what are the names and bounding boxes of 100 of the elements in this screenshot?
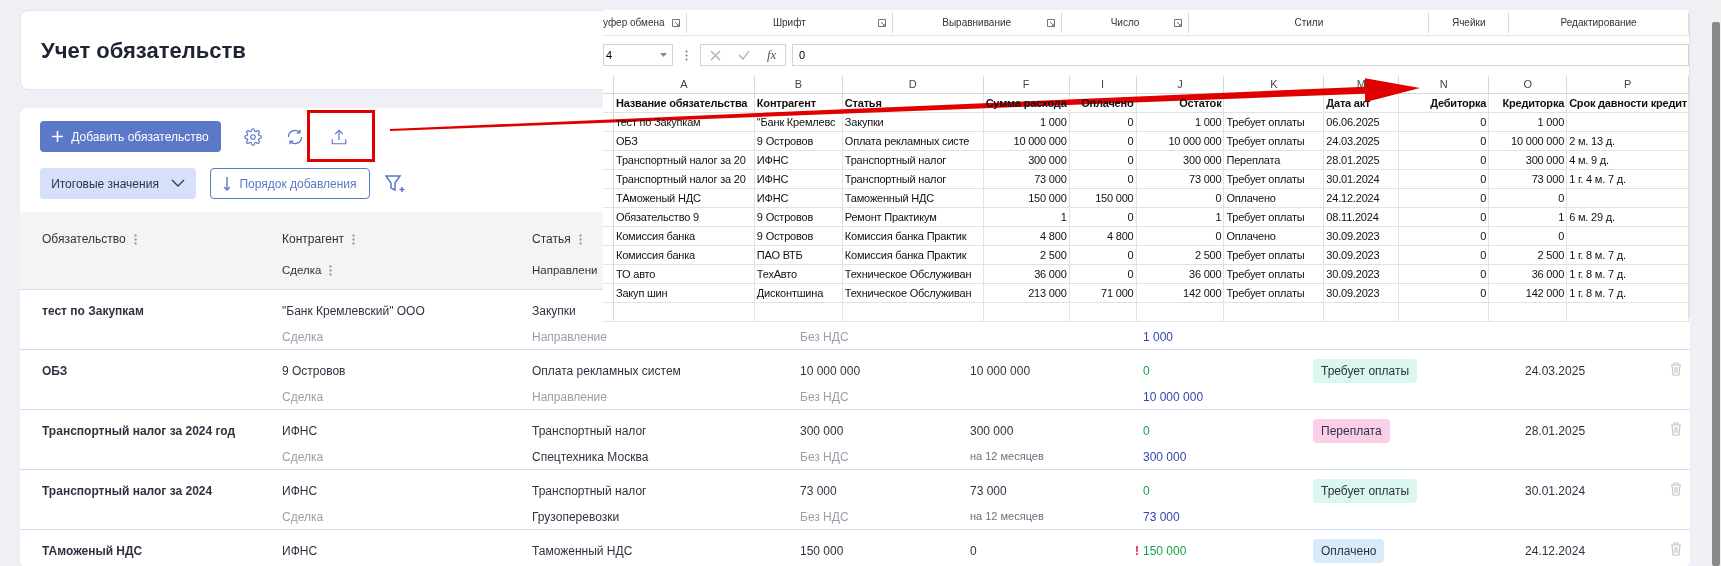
sheet-header-cell-text: Срок давности кредит: [1569, 95, 1687, 111]
upload-icon[interactable]: [330, 127, 348, 146]
column-header[interactable]: Контрагент: [282, 230, 345, 248]
column-header[interactable]: Направлени: [532, 262, 598, 280]
sheet-cell-text: Транспортный налог за 20: [616, 152, 746, 168]
amount-text: 0: [970, 543, 977, 558]
sheet-cell-text: ТехАвто: [756, 266, 797, 282]
date-text: 24.12.2024: [1525, 543, 1586, 558]
sheet-cell-text: 1 000: [1194, 114, 1222, 130]
formula-field[interactable]: 0: [792, 44, 1689, 66]
amount-text: 150 000: [800, 543, 844, 558]
sheet-cell-text: 142 000: [1183, 285, 1222, 301]
date-text: 30.01.2024: [1525, 483, 1586, 498]
sheet-cell-text: 0: [1127, 133, 1134, 149]
column-letter: K: [1270, 77, 1278, 93]
sheet-cell-text: Комиссия банка: [616, 228, 695, 244]
delete-icon[interactable]: [1670, 422, 1682, 436]
sheet-cell-text: 36 000: [1034, 266, 1067, 282]
dialog-launcher-icon[interactable]: [1174, 18, 1183, 27]
sheet-cell-text: 1: [1558, 209, 1565, 225]
cancel-icon[interactable]: [709, 49, 721, 61]
column-letter: I: [1101, 77, 1105, 93]
plus-icon: [52, 131, 64, 142]
alert-mark: !: [1135, 543, 1140, 558]
column-menu-icon[interactable]: [329, 265, 333, 277]
sheet-cell-text: 300 000: [1183, 152, 1222, 168]
balance-amount: 73 000: [1143, 509, 1180, 524]
add-button[interactable]: Добавить обязательство: [40, 121, 221, 152]
sheet-cell-text: 2 500: [1040, 247, 1067, 263]
sheet-cell-text: 213 000: [1028, 285, 1067, 301]
column-letter: A: [680, 77, 688, 93]
obligation-name: тест по Закупкам: [42, 303, 144, 318]
counterparty-text: ИФНС: [282, 483, 318, 498]
sheet-cell-text: 73 000: [1034, 171, 1067, 187]
sheet-cell-text: ИФНС: [756, 152, 789, 168]
filter-add-icon[interactable]: [385, 174, 407, 193]
dialog-launcher-icon[interactable]: [877, 18, 886, 27]
scrollbar[interactable]: [1711, 0, 1721, 566]
article-text: Закупки: [532, 303, 576, 318]
sheet-cell-text: 08.11.2024: [1326, 209, 1379, 225]
sheet-cell-text: Техническое Обслуживан: [844, 285, 972, 301]
ribbon-group-label: Редактирование: [1560, 16, 1637, 30]
function-button[interactable]: fx: [767, 45, 777, 65]
sheet-cell-text: Комиссия банка: [616, 247, 695, 263]
refresh-icon[interactable]: [285, 127, 305, 146]
column-header[interactable]: Статья: [532, 230, 571, 248]
sheet-cell-text: 142 000: [1525, 285, 1565, 301]
ribbon-group-label: Число: [1110, 16, 1140, 30]
sheet-cell-text: 2 500: [1537, 247, 1565, 263]
sheet-cell-text: 300 000: [1525, 152, 1565, 168]
sheet-header-cell-text: Остаток: [1179, 95, 1222, 111]
sheet-cell-text: 10 000 000: [1013, 133, 1067, 149]
name-box[interactable]: 4: [603, 44, 673, 66]
sheet-cell-text: Дисконтшина: [756, 285, 824, 301]
sheet-cell-text: 0: [1127, 266, 1134, 282]
sheet-cell-text: 9 Островов: [756, 133, 814, 149]
more-icon[interactable]: [685, 49, 688, 61]
column-header[interactable]: Обязательство: [42, 230, 126, 248]
sheet-cell-text: Оплачено: [1226, 190, 1276, 206]
settings-icon[interactable]: [244, 127, 262, 146]
sheet-cell-text: 2 500: [1194, 247, 1222, 263]
sheet-cell-text: 150 000: [1028, 190, 1067, 206]
sheet-header-cell-text: Контрагент: [756, 95, 816, 111]
delete-icon[interactable]: [1670, 362, 1682, 376]
dialog-launcher-icon[interactable]: [1046, 18, 1055, 27]
sheet-cell-text: Требует оплаты: [1226, 114, 1305, 130]
sort-button[interactable]: Порядок добавления: [210, 168, 370, 199]
column-menu-icon[interactable]: [352, 233, 356, 245]
sheet-cell-text: Оплачено: [1226, 228, 1276, 244]
dialog-launcher-icon[interactable]: [671, 18, 680, 27]
column-header[interactable]: Сделка: [282, 262, 322, 280]
sheet-cell-text: Транспортный налог за 20: [616, 171, 746, 187]
sheet-cell-text: Требует оплаты: [1226, 285, 1305, 301]
paid-amount: 0: [1143, 363, 1150, 378]
amount-text: 10 000 000: [970, 363, 1031, 378]
sheet-cell-text: Оплата рекламных систе: [844, 133, 970, 149]
sheet-cell-text: 10 000 000: [1511, 133, 1565, 149]
sheet-cell-text: 4 м. 9 д.: [1569, 152, 1609, 168]
counterparty-text: 9 Островов: [282, 363, 346, 378]
sheet-cell-text: 1 г. 8 м. 7 д.: [1569, 247, 1626, 263]
delete-icon[interactable]: [1670, 482, 1682, 496]
column-menu-icon[interactable]: [578, 233, 582, 245]
column-letter: P: [1623, 77, 1632, 93]
sheet-cell-text: 0: [1480, 152, 1487, 168]
direction-text: Направление: [532, 329, 607, 344]
totals-dropdown[interactable]: Итоговые значения: [40, 168, 196, 199]
paid-amount: 0: [1143, 483, 1150, 498]
column-menu-icon[interactable]: [133, 233, 137, 245]
delete-icon[interactable]: [1670, 542, 1682, 556]
confirm-icon[interactable]: [737, 50, 750, 60]
sheet-cell-text: 0: [1480, 285, 1487, 301]
sheet-header-cell-text: Дебиторка: [1430, 95, 1487, 111]
obligation-name: ТАможеный НДС: [42, 543, 143, 558]
sheet-cell-text: 1: [1215, 209, 1222, 225]
sheet-cell-text: 0: [1127, 152, 1134, 168]
sheet-cell-text: 4 800: [1040, 228, 1067, 244]
sheet-cell-text: Комиссия банка Практик: [844, 247, 967, 263]
counterparty-text: "Банк Кремлевский" ООО: [282, 303, 425, 318]
sheet-cell-text: Транспортный налог: [844, 152, 947, 168]
column-letter: J: [1177, 77, 1183, 93]
